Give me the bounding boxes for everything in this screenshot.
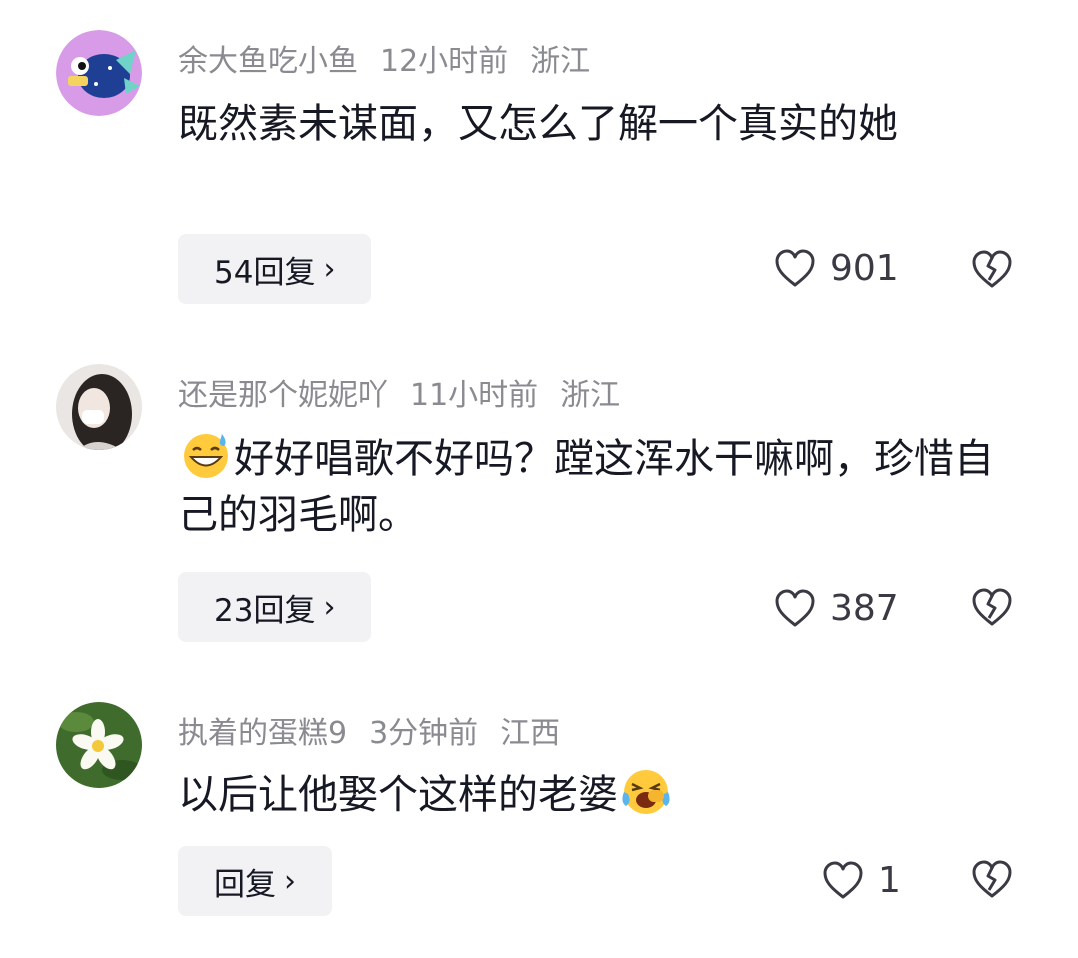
heart-icon	[775, 249, 815, 286]
comment-text-content: 好好唱歌不好吗？蹚这浑水干嘛啊，珍惜自己的羽毛啊。	[178, 436, 994, 538]
like-button[interactable]: 1	[822, 860, 901, 901]
dislike-button[interactable]	[970, 588, 1014, 632]
chevron-right-icon: ›	[323, 251, 336, 287]
avatar[interactable]	[56, 364, 142, 450]
comment-text-content: 以后让他娶个这样的老婆	[178, 772, 618, 818]
broken-heart-icon	[972, 250, 1012, 288]
comment-text: 以后让他娶个这样的老婆	[178, 766, 1008, 823]
location: 浙江	[530, 44, 591, 79]
like-button[interactable]: 901	[774, 248, 899, 289]
dislike-button[interactable]	[970, 250, 1014, 294]
dislike-button[interactable]	[970, 860, 1014, 904]
reply-button[interactable]: 回复 ›	[178, 846, 332, 916]
comment-text: 既然素未谋面，又怎么了解一个真实的她	[178, 96, 1008, 152]
reply-label: 回复	[214, 866, 276, 903]
heart-icon	[823, 861, 863, 898]
chevron-right-icon: ›	[323, 589, 336, 625]
timestamp: 11小时前	[410, 378, 539, 413]
reply-button[interactable]: 23回复 ›	[178, 572, 372, 642]
like-button[interactable]: 387	[774, 588, 899, 629]
timestamp: 3分钟前	[369, 716, 479, 751]
girl-avatar-icon	[56, 364, 142, 450]
reply-label: 54回复	[214, 254, 316, 291]
username[interactable]: 执着的蛋糕9	[178, 716, 347, 751]
chevron-right-icon: ›	[284, 863, 296, 899]
avatar[interactable]	[56, 702, 142, 788]
reply-button[interactable]: 54回复 ›	[178, 234, 372, 304]
like-count: 901	[830, 248, 899, 289]
laughing-crying-emoji-icon	[622, 770, 670, 814]
flower-avatar-icon	[56, 702, 142, 788]
broken-heart-icon	[972, 588, 1012, 626]
comment-text-content: 既然素未谋面，又怎么了解一个真实的她	[178, 101, 898, 147]
like-count: 1	[878, 860, 901, 901]
fish-avatar-icon	[56, 30, 142, 116]
grinning-sweat-emoji-icon	[184, 434, 228, 478]
comment-meta: 执着的蛋糕9 3分钟前 江西	[178, 708, 582, 752]
like-count: 387	[830, 588, 899, 629]
reply-label: 23回复	[214, 592, 316, 629]
heart-icon	[775, 589, 815, 626]
timestamp: 12小时前	[380, 44, 509, 79]
location: 江西	[500, 716, 561, 751]
comment-meta: 余大鱼吃小鱼 12小时前 浙江	[178, 36, 612, 80]
username[interactable]: 余大鱼吃小鱼	[178, 44, 358, 79]
username[interactable]: 还是那个妮妮吖	[178, 378, 388, 413]
avatar[interactable]	[56, 30, 142, 116]
comment-meta: 还是那个妮妮吖 11小时前 浙江	[178, 370, 642, 414]
location: 浙江	[560, 378, 621, 413]
comment-text: 好好唱歌不好吗？蹚这浑水干嘛啊，珍惜自己的羽毛啊。	[178, 430, 1008, 543]
broken-heart-icon	[972, 860, 1012, 898]
